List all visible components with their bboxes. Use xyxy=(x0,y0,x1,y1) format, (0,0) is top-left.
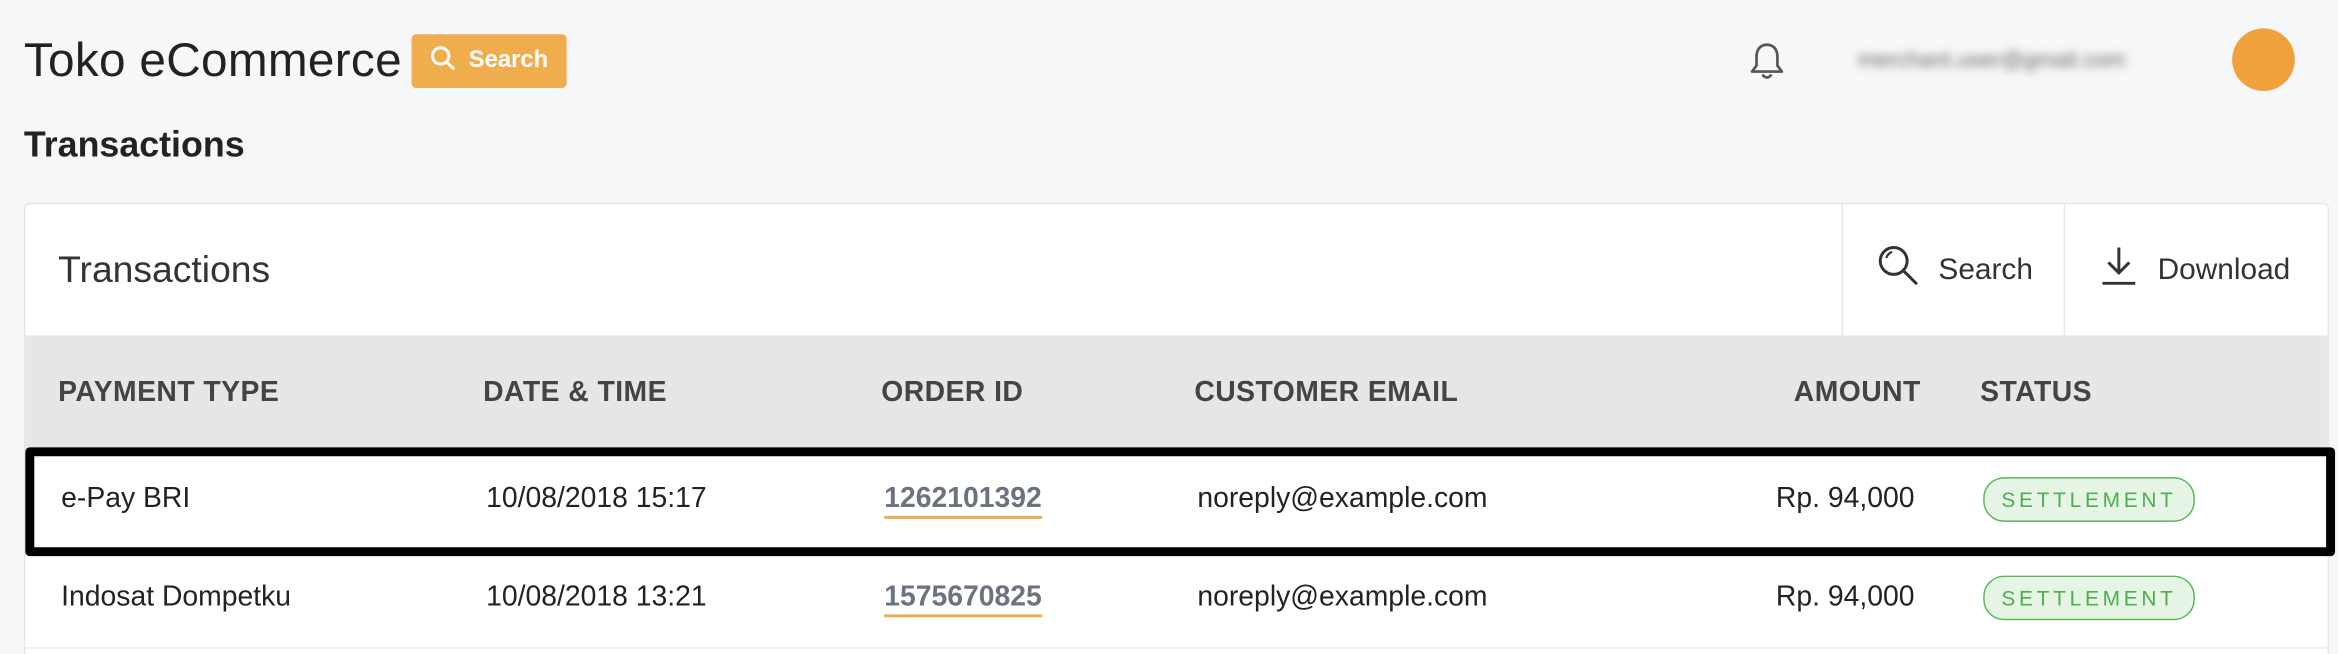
table-row[interactable]: e-Pay BRI 10/08/2018 15:17 1262101392 no… xyxy=(25,451,2328,551)
global-search-button[interactable]: Search xyxy=(411,34,567,88)
payment-type-cell: Indosat Dompetku xyxy=(61,581,292,613)
status-badge: SETTLEMENT xyxy=(1983,477,2195,522)
user-email[interactable]: merchant.user@gmail.com xyxy=(1858,45,2219,75)
search-icon xyxy=(430,44,457,78)
column-header-order-id[interactable]: ORDER ID xyxy=(881,377,1023,410)
download-button[interactable]: Download xyxy=(2063,204,2328,336)
column-header-customer-email[interactable]: CUSTOMER EMAIL xyxy=(1194,377,1458,410)
order-id-cell: 1262101392 xyxy=(884,483,1042,519)
table-header: PAYMENT TYPE DATE & TIME ORDER ID CUSTOM… xyxy=(25,335,2328,452)
table-search-label: Search xyxy=(1938,252,2033,286)
table-row[interactable]: Indosat Dompetku 10/08/2018 13:21 157567… xyxy=(25,550,2328,649)
notifications-bell-icon[interactable] xyxy=(1745,39,1790,84)
transactions-card: Transactions Search Download PAYMENT TYP… xyxy=(23,202,2330,654)
order-id-link[interactable]: 1575670825 xyxy=(884,581,1042,618)
download-icon xyxy=(2098,243,2140,297)
download-label: Download xyxy=(2157,252,2291,286)
datetime-cell: 10/08/2018 13:21 xyxy=(486,581,707,613)
avatar[interactable] xyxy=(2232,28,2295,91)
page: Toko eCommerce Search merchant.user@gmai… xyxy=(0,0,2338,654)
order-id-cell: 1575670825 xyxy=(884,581,1042,618)
column-header-date-time[interactable]: DATE & TIME xyxy=(483,377,667,410)
top-bar: Toko eCommerce Search merchant.user@gmai… xyxy=(0,0,2338,119)
email-cell: noreply@example.com xyxy=(1197,581,1488,613)
payment-type-cell: e-Pay BRI xyxy=(61,483,191,515)
card-header: Transactions Search Download xyxy=(25,204,2328,336)
column-header-payment-type[interactable]: PAYMENT TYPE xyxy=(58,377,279,410)
page-title: Transactions xyxy=(23,125,245,166)
datetime-cell: 10/08/2018 15:17 xyxy=(486,483,707,515)
order-id-link[interactable]: 1262101392 xyxy=(884,483,1042,519)
status-badge: SETTLEMENT xyxy=(1983,575,2195,621)
table-search-button[interactable]: Search xyxy=(1841,204,2066,336)
card-title: Transactions xyxy=(58,249,271,291)
app-title: Toko eCommerce xyxy=(23,32,402,87)
global-search-label: Search xyxy=(468,47,549,74)
column-header-status[interactable]: STATUS xyxy=(1980,377,2092,410)
email-cell: noreply@example.com xyxy=(1197,483,1488,515)
amount-cell: Rp. 94,000 xyxy=(1775,483,1915,515)
amount-cell: Rp. 94,000 xyxy=(1775,581,1915,613)
column-header-amount[interactable]: AMOUNT xyxy=(1794,377,1921,410)
search-icon xyxy=(1876,243,1921,297)
